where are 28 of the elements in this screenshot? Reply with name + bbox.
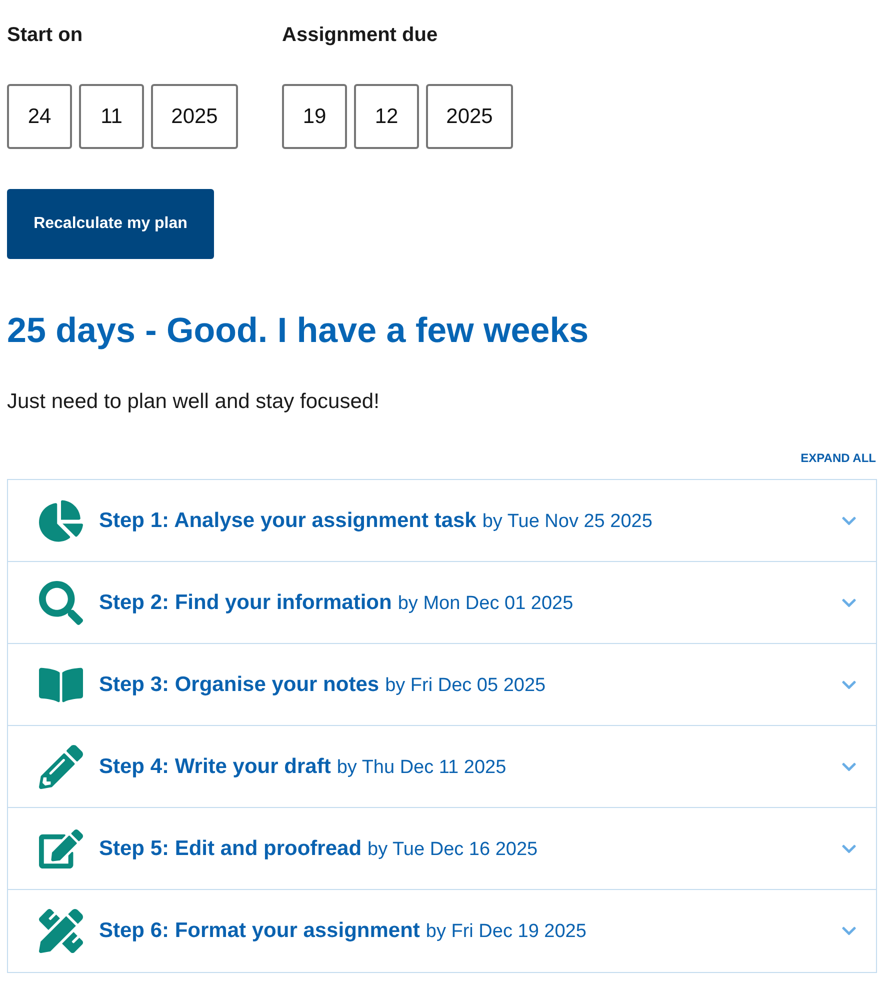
year-field[interactable]: 2025 <box>426 84 513 149</box>
step-due-date: by Fri Dec 19 2025 <box>426 920 586 944</box>
step-due-date: by Fri Dec 05 2025 <box>385 674 546 698</box>
day-field[interactable]: 19 <box>282 84 347 149</box>
date-label: Assignment due <box>282 24 438 46</box>
step-due-date: by Tue Nov 25 2025 <box>482 510 652 534</box>
date-label: Start on <box>7 24 83 46</box>
month-field[interactable]: 11 <box>79 84 144 149</box>
step-title: Step 3: Organise your notes <box>99 672 380 698</box>
year-field[interactable]: 2025 <box>151 84 238 149</box>
search-icon <box>39 580 83 624</box>
step-title: Step 1: Analyse your assignment task <box>99 508 476 534</box>
step-due-date: by Mon Dec 01 2025 <box>398 592 574 616</box>
step-title: Step 5: Edit and proofread <box>99 836 362 862</box>
result-heading: 25 days - Good. I have a few weeks <box>7 311 589 351</box>
month-field[interactable]: 12 <box>354 84 419 149</box>
pie-chart-icon <box>39 498 83 542</box>
result-message: Just need to plan well and stay focused! <box>7 389 380 415</box>
step-title: Step 4: Write your draft <box>99 754 331 780</box>
pencil-icon <box>39 744 83 788</box>
day-field[interactable]: 24 <box>7 84 72 149</box>
recalculate-button[interactable]: Recalculate my plan <box>7 189 214 259</box>
step-due-date: by Thu Dec 11 2025 <box>336 756 506 780</box>
step-due-date: by Tue Dec 16 2025 <box>368 838 538 862</box>
step-title: Step 2: Find your information <box>99 590 392 616</box>
step-title: Step 6: Format your assignment <box>99 918 420 944</box>
pencil-ruler-icon <box>39 909 83 953</box>
expand-all-link[interactable]: EXPAND ALL <box>800 450 876 466</box>
